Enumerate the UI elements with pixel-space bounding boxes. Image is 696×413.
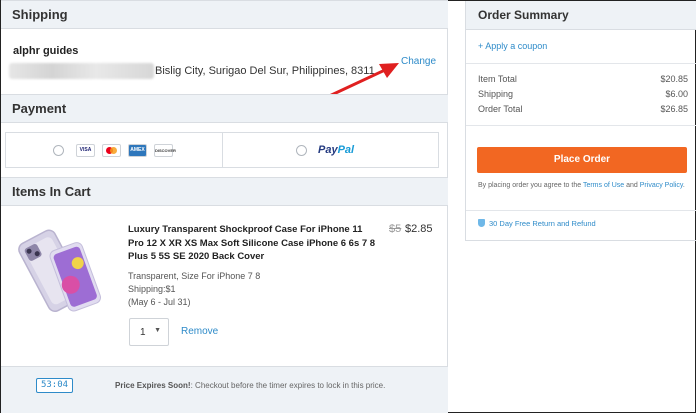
shipping-section-title: Shipping bbox=[1, 0, 448, 29]
product-title[interactable]: Luxury Transparent Shockproof Case For i… bbox=[128, 223, 378, 264]
checkout-main: Shipping alphr guides Bislig City, Surig… bbox=[1, 0, 448, 413]
order-summary-title: Order Summary bbox=[466, 1, 696, 30]
paypal-payment-option[interactable]: PayPal bbox=[223, 132, 439, 168]
shipping-value: $6.00 bbox=[665, 89, 688, 99]
apply-coupon-link[interactable]: + Apply a coupon bbox=[478, 41, 547, 51]
product-variant: Transparent, Size For iPhone 7 8 bbox=[128, 271, 261, 281]
cart-section-title: Items In Cart bbox=[1, 177, 448, 206]
shipping-label: Shipping bbox=[478, 89, 514, 99]
order-total-value: $26.85 bbox=[660, 104, 688, 114]
payment-section-title: Payment bbox=[1, 94, 448, 123]
terms-of-use-link[interactable]: Terms of Use bbox=[583, 182, 624, 189]
order-summary-panel: Order Summary + Apply a coupon Item Tota… bbox=[465, 1, 696, 241]
divider bbox=[466, 125, 696, 126]
discover-icon: DISCOVER bbox=[154, 144, 176, 157]
mastercard-icon bbox=[102, 144, 121, 157]
quantity-value: 1 bbox=[140, 327, 146, 338]
item-total-label: Item Total bbox=[478, 74, 517, 84]
quantity-select[interactable]: 1 ▼ bbox=[129, 318, 169, 346]
delivery-window: (May 6 - Jul 31) bbox=[128, 297, 191, 307]
terms-notice: By placing order you agree to the Terms … bbox=[478, 182, 685, 189]
card-radio[interactable] bbox=[53, 145, 64, 156]
countdown-timer: 53:04 bbox=[36, 378, 73, 393]
redacted-street-address bbox=[9, 63, 154, 79]
shipping-name: alphr guides bbox=[13, 45, 79, 57]
divider bbox=[466, 63, 696, 64]
paypal-logo: PayPal bbox=[318, 144, 355, 156]
sale-price: $2.85 bbox=[405, 223, 433, 235]
product-thumbnail bbox=[9, 223, 101, 313]
original-price: $5 bbox=[389, 223, 402, 235]
privacy-policy-link[interactable]: Privacy Policy bbox=[640, 182, 683, 189]
product-shipping: Shipping:$1 bbox=[128, 284, 176, 294]
amex-icon: AMEX bbox=[128, 144, 147, 157]
order-total-label: Order Total bbox=[478, 104, 523, 114]
card-payment-option[interactable]: VISA AMEX DISCOVER bbox=[5, 132, 223, 168]
refund-policy[interactable]: 30 Day Free Return and Refund bbox=[478, 219, 596, 228]
visa-icon: VISA bbox=[76, 144, 95, 157]
place-order-button[interactable]: Place Order bbox=[477, 147, 687, 173]
chevron-down-icon: ▼ bbox=[154, 327, 161, 334]
item-total-value: $20.85 bbox=[660, 74, 688, 84]
paypal-radio[interactable] bbox=[296, 145, 307, 156]
price-expire-notice: Price Expires Soon!: Checkout before the… bbox=[115, 381, 386, 390]
remove-item-link[interactable]: Remove bbox=[181, 326, 218, 337]
shield-icon bbox=[478, 219, 485, 227]
divider bbox=[466, 210, 696, 211]
